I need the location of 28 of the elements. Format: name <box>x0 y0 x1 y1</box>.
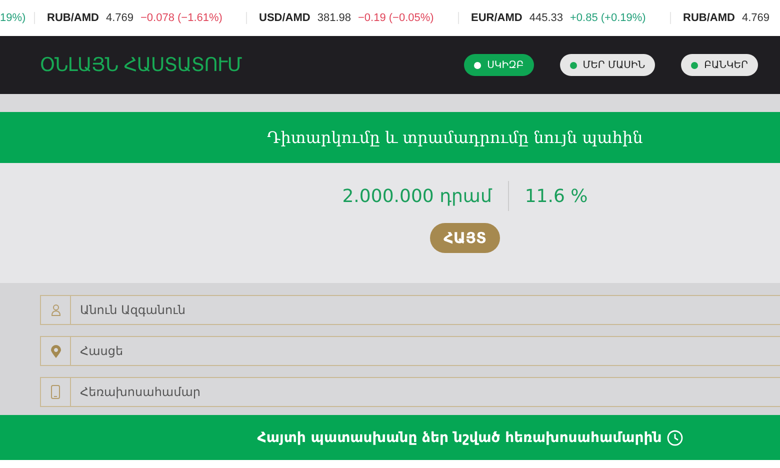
currency-pair: USD/AMD <box>259 12 310 24</box>
currency-pair: EUR/AMD <box>471 12 522 24</box>
exchange-rate: 4.769 <box>106 12 134 24</box>
loan-amount: 2.000.000 դրամ <box>342 186 492 206</box>
location-pin-icon <box>50 344 60 358</box>
nav-tab[interactable]: ԲԱՆԿԵՐ <box>681 54 758 76</box>
user-icon <box>50 304 60 316</box>
input-field[interactable]: Անուն Ազգանուն <box>71 295 780 325</box>
input-field[interactable]: Հասցե <box>71 336 780 366</box>
input-field[interactable]: Հեռախոսահամար <box>71 377 780 407</box>
rate-change: +0.85 (+0.19%) <box>570 12 646 24</box>
notice-text: Հայտի պատասխանը ձեր նշված հեռախոսահամարին <box>257 430 662 446</box>
currency-pair: RUB/AMD <box>47 12 99 24</box>
exchange-rate: 381.98 <box>317 12 351 24</box>
interest-rate: 11.6 % <box>524 186 588 206</box>
rate-change: −0.078 (−1.61%) <box>140 12 222 24</box>
site-logo[interactable]: ՕՆԼԱՅՆ ՀԱՍՏԱՏՈՒՄ <box>40 54 242 76</box>
currency-pair: RUB/AMD <box>683 12 735 24</box>
rate-change: −0.19 (−0.05%) <box>358 12 434 24</box>
exchange-rate: 4.769 <box>742 12 770 24</box>
exchange-rate: 445.33 <box>529 12 563 24</box>
rate-change: 19%) <box>0 12 26 24</box>
phone-icon <box>51 385 60 399</box>
nav-tab[interactable]: ՄԵՐ ՄԱՍԻՆ <box>560 54 656 76</box>
nav-tab[interactable]: ՍԿԻԶԲ <box>464 54 534 76</box>
clock-icon <box>666 430 683 446</box>
banner-title: Դիտարկումը և տրամադրումը նույն պահին <box>267 128 643 147</box>
apply-button[interactable]: ՀԱՅՏ <box>430 223 500 253</box>
